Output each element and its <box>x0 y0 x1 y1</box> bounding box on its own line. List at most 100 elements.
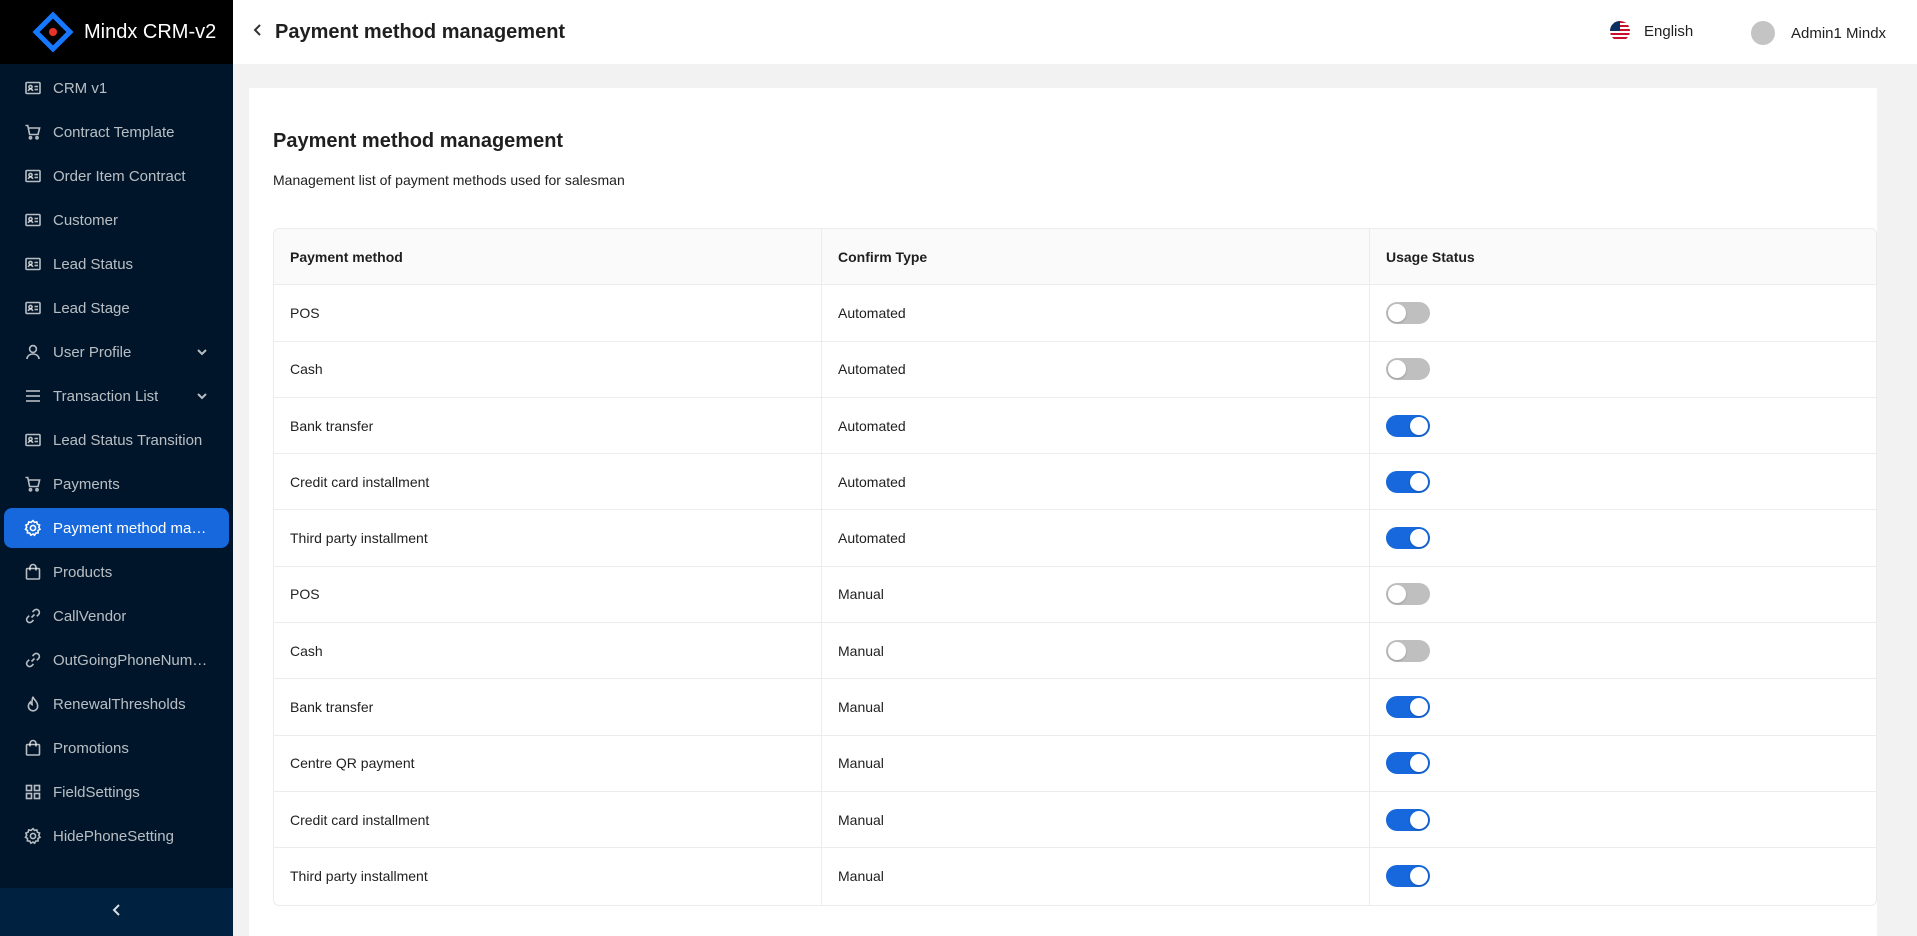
sidebar-item-label: FieldSettings <box>53 783 140 801</box>
sidebar-item-callvendor[interactable]: CallVendor <box>0 596 229 636</box>
column-header-usage-status: Usage Status <box>1386 248 1475 265</box>
confirm-type-cell: Automated <box>822 397 1370 454</box>
usage-status-toggle[interactable] <box>1386 358 1430 381</box>
mindx-logo-icon <box>32 11 74 53</box>
usage-status-cell <box>1370 848 1876 904</box>
confirm-type-cell: Manual <box>822 566 1370 623</box>
sidebar-item-crm-v1[interactable]: CRM v1 <box>0 68 229 108</box>
content-card: Payment method management Management lis… <box>249 88 1877 936</box>
confirm-type-cell: Manual <box>822 679 1370 735</box>
brand[interactable]: Mindx CRM-v2 <box>0 0 233 64</box>
payment-method-cell: Credit card installment <box>274 791 822 848</box>
payment-method-cell: Third party installment <box>274 848 822 905</box>
payment-method-cell: Bank transfer <box>274 397 822 454</box>
chevron-down-icon <box>195 389 209 403</box>
usage-status-toggle[interactable] <box>1386 752 1430 775</box>
usage-status-cell <box>1370 454 1876 509</box>
confirm-type-cell: Automated <box>822 285 1370 341</box>
sidebar-item-lead-status[interactable]: Lead Status <box>0 244 229 284</box>
toggle-knob <box>1410 810 1428 829</box>
sidebar-item-hidephonesetting[interactable]: HidePhoneSetting <box>0 816 229 856</box>
card-title: Payment method management <box>273 130 564 152</box>
table-row: Cash Manual <box>274 623 1876 680</box>
usage-status-toggle[interactable] <box>1386 583 1430 606</box>
sidebar-item-label: Lead Stage <box>53 299 130 317</box>
usage-status-cell <box>1370 567 1876 622</box>
sidebar-collapse-button[interactable] <box>0 888 233 936</box>
sidebar-item-label: RenewalThresholds <box>53 695 186 713</box>
toggle-knob <box>1410 472 1428 491</box>
sidebar-item-user-profile[interactable]: User Profile <box>0 332 229 372</box>
sidebar-item-customer[interactable]: Customer <box>0 200 229 240</box>
usage-status-toggle[interactable] <box>1386 527 1430 550</box>
usage-status-toggle[interactable] <box>1386 865 1430 888</box>
sidebar-item-renewalthresholds[interactable]: RenewalThresholds <box>0 684 229 724</box>
sidebar-item-payments[interactable]: Payments <box>0 464 229 504</box>
user-menu[interactable]: Admin1 Mindx <box>1751 21 1886 45</box>
sidebar-item-transaction-list[interactable]: Transaction List <box>0 376 229 416</box>
sidebar-item-label: CRM v1 <box>53 79 108 97</box>
payment-method-cell: Centre QR payment <box>274 735 822 791</box>
sidebar-item-label: Order Item Contract <box>53 167 186 185</box>
id-card-icon <box>24 167 42 185</box>
language-selector[interactable]: English <box>1610 21 1693 41</box>
sidebar-item-lead-stage[interactable]: Lead Stage <box>0 288 229 328</box>
toggle-knob <box>1388 360 1406 379</box>
bag-icon <box>24 563 42 581</box>
page-title: Payment method management <box>275 20 566 43</box>
table-body: POS Automated Cash Automated Bank transfer Au… <box>274 285 1876 905</box>
sidebar-item-label: Transaction List <box>53 387 159 405</box>
sidebar-item-label: Payment method mana... <box>53 519 213 537</box>
usage-status-toggle[interactable] <box>1386 414 1430 437</box>
table-row: POS Automated <box>274 285 1876 342</box>
id-card-icon <box>24 431 42 449</box>
confirm-type-cell: Manual <box>822 623 1370 679</box>
usage-status-toggle[interactable] <box>1386 301 1430 324</box>
sidebar-item-contract-template[interactable]: Contract Template <box>0 112 229 152</box>
usage-status-toggle[interactable] <box>1386 696 1430 719</box>
table-row: Credit card installment Manual <box>274 791 1876 849</box>
avatar <box>1751 21 1775 45</box>
fire-icon <box>24 695 42 713</box>
sidebar-item-payment-method-mana[interactable]: Payment method mana... <box>4 508 229 548</box>
usage-status-toggle[interactable] <box>1386 639 1430 662</box>
sidebar-item-lead-status-transition[interactable]: Lead Status Transition <box>0 420 229 460</box>
column-header-confirm-type: Confirm Type <box>822 229 1370 285</box>
payment-method-cell: Credit card installment <box>274 454 822 510</box>
usage-status-cell <box>1370 736 1876 791</box>
toggle-knob <box>1388 585 1406 604</box>
link-icon <box>24 651 42 669</box>
toggle-knob <box>1410 754 1428 773</box>
usage-status-toggle[interactable] <box>1386 470 1430 493</box>
back-button[interactable] <box>247 21 269 43</box>
table-row: Bank transfer Manual <box>274 679 1876 736</box>
sidebar-item-fieldsettings[interactable]: FieldSettings <box>0 772 229 812</box>
sidebar-item-label: Contract Template <box>53 123 175 141</box>
usage-status-cell <box>1370 679 1876 734</box>
payment-method-cell: Cash <box>274 623 822 679</box>
bag-icon <box>24 739 42 757</box>
id-card-icon <box>24 255 42 273</box>
table-row: Credit card installment Automated <box>274 454 1876 511</box>
sidebar-item-promotions[interactable]: Promotions <box>0 728 229 768</box>
toggle-knob <box>1388 303 1406 322</box>
usage-status-cell <box>1370 510 1876 565</box>
app-title: Mindx CRM-v2 <box>84 20 217 43</box>
top-header: Payment method management English Admin1… <box>233 0 1917 64</box>
sidebar-item-products[interactable]: Products <box>0 552 229 592</box>
chevron-left-icon <box>110 903 124 922</box>
id-card-icon <box>24 299 42 317</box>
link-icon <box>24 607 42 625</box>
table-row: Bank transfer Automated <box>274 397 1876 455</box>
sidebar: Mindx CRM-v2 CRM v1 Contract Template Orde… <box>0 0 233 936</box>
us-flag-icon <box>1610 21 1630 41</box>
payment-method-cell: POS <box>274 285 822 341</box>
cart-icon <box>24 123 42 141</box>
sidebar-item-label: Products <box>53 563 113 581</box>
sidebar-item-outgoingphonenumber[interactable]: OutGoingPhoneNumber <box>0 640 229 680</box>
table-row: Centre QR payment Manual <box>274 735 1876 792</box>
user-name: Admin1 Mindx <box>1791 24 1887 42</box>
usage-status-toggle[interactable] <box>1386 808 1430 831</box>
sidebar-item-label: Lead Status <box>53 255 134 273</box>
sidebar-item-order-item-contract[interactable]: Order Item Contract <box>0 156 229 196</box>
